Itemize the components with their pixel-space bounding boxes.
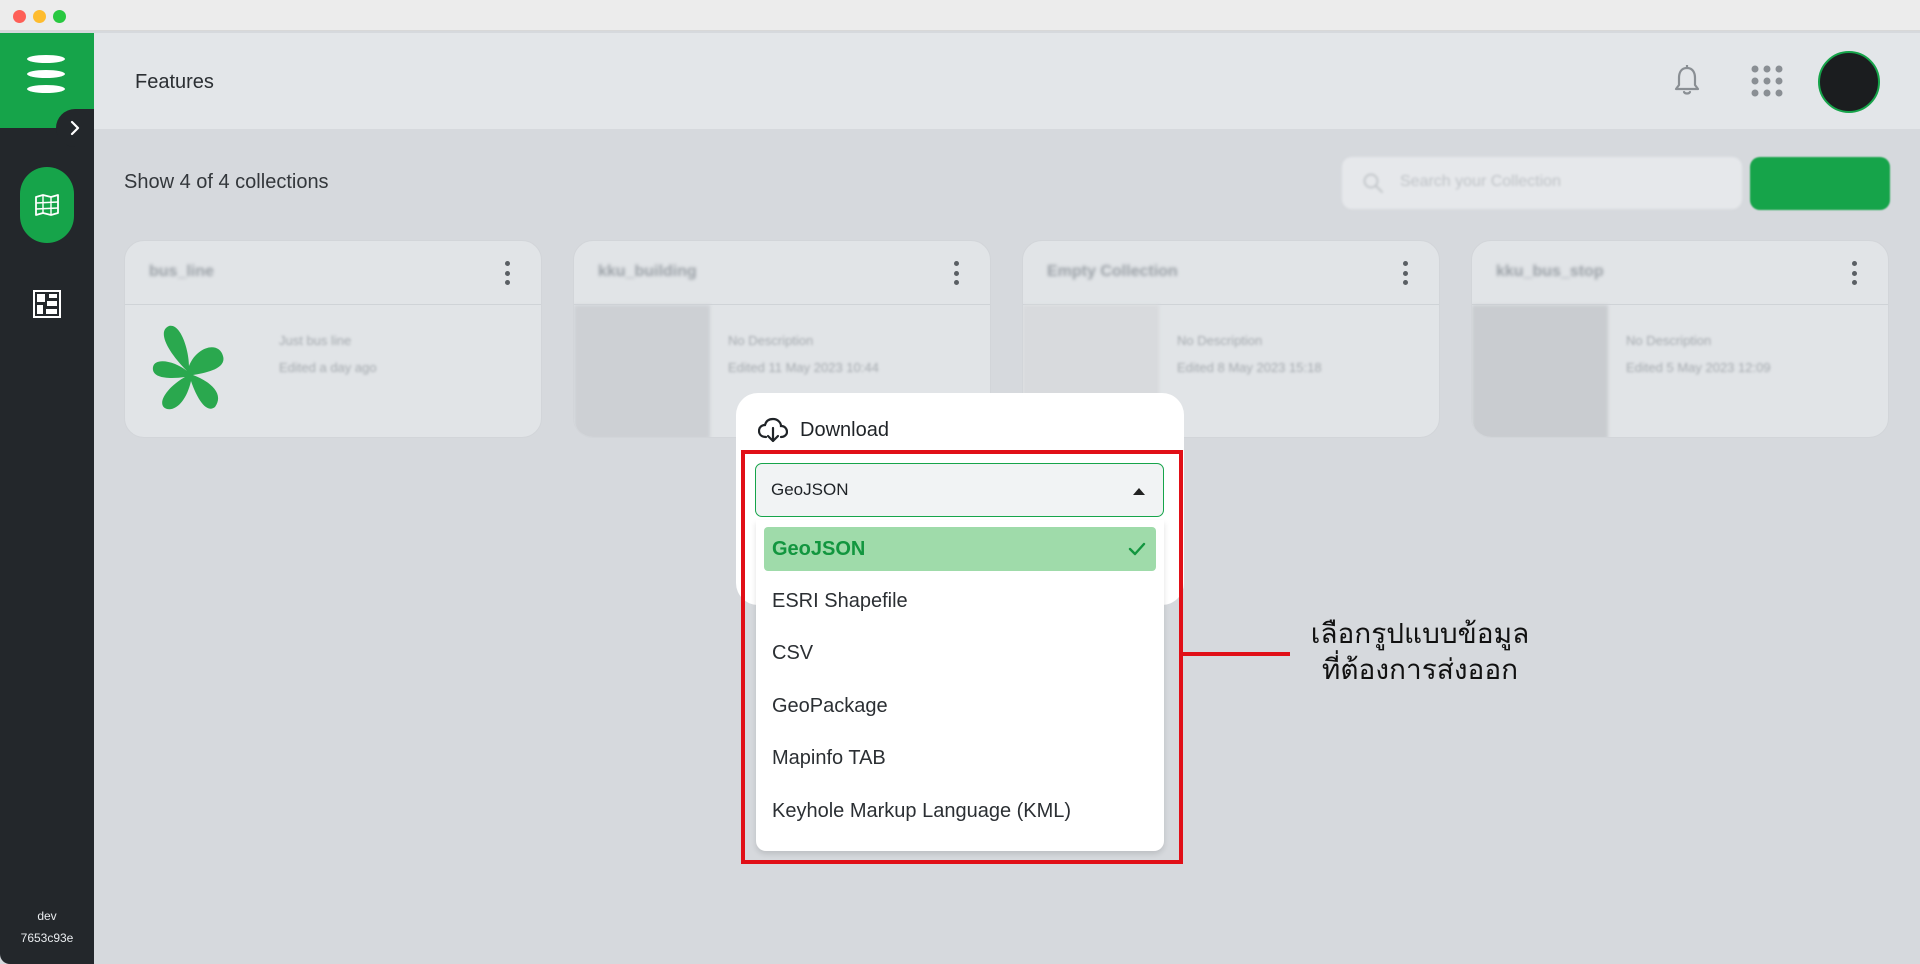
map-grid-icon xyxy=(35,194,59,216)
card-description: Just bus line Edited a day ago xyxy=(279,327,377,381)
card-title: kku_bus_stop xyxy=(1496,263,1604,280)
leaf-icon xyxy=(152,325,224,410)
env-name: dev xyxy=(37,909,57,923)
card-title: bus_line xyxy=(149,263,214,280)
download-header: Download xyxy=(758,417,889,443)
menu-logo-icon xyxy=(27,55,65,63)
card-header: Empty Collection xyxy=(1023,241,1439,305)
map-thumbnail xyxy=(574,305,710,437)
card-edited-line: Edited a day ago xyxy=(279,360,377,375)
menu-logo-icon xyxy=(27,85,65,93)
card-desc-line: Just bus line xyxy=(279,333,352,348)
card-edited-line: Edited 11 May 2023 10:44 xyxy=(728,360,879,375)
sidebar-item-features[interactable] xyxy=(20,167,74,243)
annotation-line-1: เลือกรูปแบบข้อมูล xyxy=(1310,617,1530,650)
close-window-button[interactable] xyxy=(13,10,26,23)
window-titlebar xyxy=(0,0,1920,31)
notifications-button[interactable] xyxy=(1669,63,1705,104)
collection-card[interactable]: bus_line Just bus line Edited a day ago xyxy=(124,240,542,438)
more-options-icon[interactable] xyxy=(1403,261,1409,285)
minimize-window-button[interactable] xyxy=(33,10,46,23)
more-options-icon[interactable] xyxy=(954,261,960,285)
cloud-download-icon xyxy=(758,417,788,443)
more-options-icon[interactable] xyxy=(1852,261,1858,285)
env-hash: 7653c93e xyxy=(20,931,74,945)
card-title: kku_building xyxy=(598,263,697,280)
card-desc-line: No Description xyxy=(728,333,814,348)
bell-icon xyxy=(1674,65,1700,95)
maximize-window-button[interactable] xyxy=(53,10,66,23)
card-header: kku_building xyxy=(574,241,990,305)
download-title: Download xyxy=(800,418,889,441)
card-title: Empty Collection xyxy=(1047,263,1178,280)
card-edited-line: Edited 5 May 2023 12:09 xyxy=(1626,360,1771,375)
sidebar-expand-button[interactable] xyxy=(56,109,94,147)
dashboard-icon xyxy=(33,290,61,318)
annotation-leader-line xyxy=(1183,652,1290,656)
card-header: bus_line xyxy=(125,241,541,305)
collection-count: Show 4 of 4 collections xyxy=(124,171,329,193)
leaf-thumbnail xyxy=(147,321,233,422)
map-thumbnail xyxy=(1472,305,1608,437)
card-edited-line: Edited 8 May 2023 15:18 xyxy=(1177,360,1322,375)
card-description: No Description Edited 5 May 2023 12:09 xyxy=(1626,327,1771,381)
menu-logo-icon xyxy=(27,70,65,78)
search-icon xyxy=(1363,173,1383,193)
annotation-text: เลือกรูปแบบข้อมูล ที่ต้องการส่งออก xyxy=(1290,616,1550,688)
add-collection-button[interactable] xyxy=(1750,157,1890,210)
card-header: kku_bus_stop xyxy=(1472,241,1888,305)
card-desc-line: No Description xyxy=(1177,333,1263,348)
annotation-line-2: ที่ต้องการส่งออก xyxy=(1321,653,1519,686)
sidebar: dev 7653c93e xyxy=(0,33,94,964)
apps-grid-icon xyxy=(1751,65,1783,97)
top-header: Features xyxy=(94,33,1920,129)
collection-card[interactable]: kku_bus_stop No Description Edited 5 May… xyxy=(1471,240,1889,438)
chevron-right-icon xyxy=(70,120,80,136)
sidebar-item-dashboard[interactable] xyxy=(30,287,64,321)
apps-button[interactable] xyxy=(1749,63,1785,104)
search-placeholder: Search your Collection xyxy=(1400,173,1561,190)
search-input[interactable]: Search your Collection xyxy=(1342,157,1742,209)
card-description: No Description Edited 11 May 2023 10:44 xyxy=(728,327,879,381)
card-desc-line: No Description xyxy=(1626,333,1712,348)
avatar[interactable] xyxy=(1818,51,1880,113)
more-options-icon[interactable] xyxy=(505,261,511,285)
highlight-box xyxy=(741,450,1183,864)
card-description: No Description Edited 8 May 2023 15:18 xyxy=(1177,327,1322,381)
page-title: Features xyxy=(135,71,214,93)
